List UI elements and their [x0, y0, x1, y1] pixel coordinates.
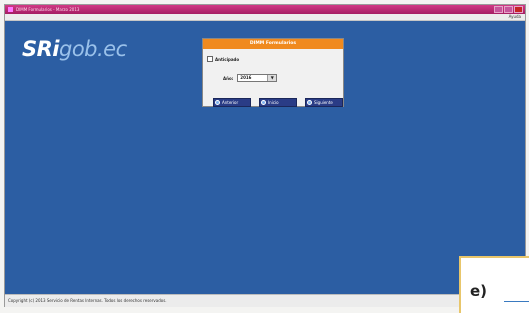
close-button[interactable] — [514, 6, 523, 13]
previous-button-label: Anterior — [222, 100, 239, 105]
logo-primary: SRi — [22, 37, 60, 61]
form-dialog: DIMM Formularios Anticipado Año: 2016 ▼ … — [202, 38, 344, 107]
chevron-down-icon[interactable]: ▼ — [267, 75, 277, 81]
year-value: 2016 — [240, 75, 252, 80]
copyright-text: Copyright (c) 2013 Servicio de Rentas In… — [8, 298, 167, 303]
next-button[interactable]: Siguiente — [305, 98, 343, 107]
home-icon — [261, 100, 266, 105]
arrow-right-icon — [307, 100, 312, 105]
exercise-label-box: e) — [459, 256, 529, 313]
window-controls — [494, 6, 523, 13]
arrow-left-icon — [215, 100, 220, 105]
anticipado-option[interactable]: Anticipado — [207, 56, 239, 62]
next-button-label: Siguiente — [314, 100, 333, 105]
minimize-button[interactable] — [494, 6, 503, 13]
anticipado-label: Anticipado — [215, 56, 240, 62]
window-title: DIMM Formularios - Marzo 2013 — [16, 7, 80, 12]
year-row: Año: 2016 ▼ — [223, 74, 278, 82]
title-bar: DIMM Formularios - Marzo 2013 — [5, 5, 525, 14]
dialog-title: DIMM Formularios — [203, 39, 343, 49]
previous-button[interactable]: Anterior — [213, 98, 251, 107]
exercise-letter: e) — [470, 282, 488, 300]
home-button-label: Inicio — [268, 100, 279, 105]
menu-bar: Ayuda — [5, 14, 525, 21]
menu-help[interactable]: Ayuda — [509, 14, 521, 20]
logo-secondary: gob.ec — [59, 37, 127, 61]
answer-blank-line — [504, 301, 529, 302]
dialog-buttons: Anterior Inicio Siguiente — [213, 98, 343, 107]
anticipado-checkbox[interactable] — [207, 56, 213, 62]
status-bar: Copyright (c) 2013 Servicio de Rentas In… — [5, 294, 525, 307]
year-label: Año: — [223, 75, 234, 81]
application-window: DIMM Formularios - Marzo 2013 Ayuda SRig… — [4, 4, 526, 307]
sri-logo: SRigob.ec — [22, 37, 127, 61]
app-icon — [8, 7, 13, 12]
year-select[interactable]: 2016 ▼ — [237, 74, 278, 82]
home-button[interactable]: Inicio — [259, 98, 297, 107]
maximize-button[interactable] — [504, 6, 513, 13]
